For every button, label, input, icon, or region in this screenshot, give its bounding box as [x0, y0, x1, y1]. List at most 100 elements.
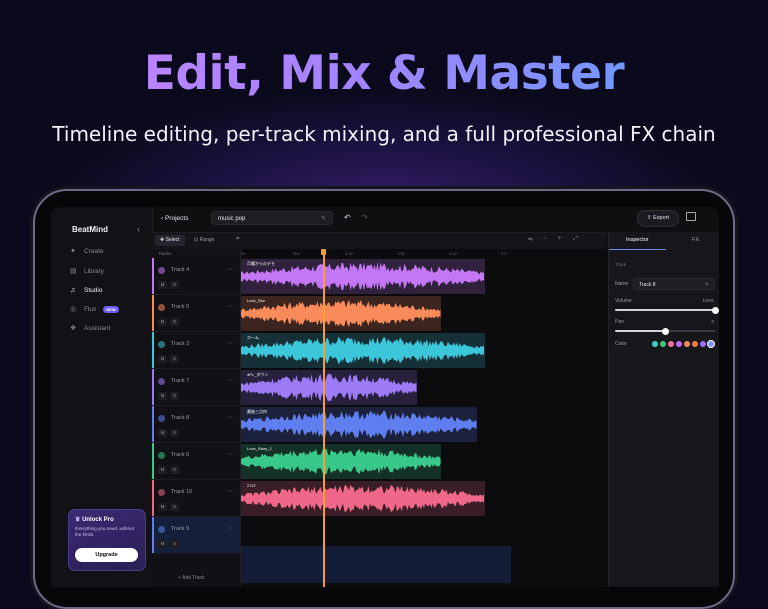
upgrade-button[interactable]: Upgrade	[75, 548, 138, 562]
audio-clip[interactable]: ホーム	[241, 333, 485, 368]
track-row[interactable]: Track 5 ⋯ M S	[152, 295, 240, 332]
track-row[interactable]: Track 8 ⋯ M S	[152, 406, 240, 443]
playhead[interactable]	[321, 249, 326, 587]
mute-button[interactable]: M	[158, 318, 167, 326]
zoom-out-icon[interactable]: −	[543, 236, 547, 242]
track-icon	[158, 526, 165, 533]
color-swatch[interactable]	[652, 341, 658, 347]
more-icon[interactable]: ⋯	[227, 303, 233, 310]
solo-button[interactable]: S	[170, 503, 179, 511]
track-icon	[158, 267, 165, 274]
color-swatch[interactable]	[660, 341, 666, 347]
color-swatch[interactable]	[708, 341, 714, 347]
sidebar-item-flux[interactable]: ◎ Flux NEW	[70, 306, 119, 313]
audio-clip[interactable]: 4PL_ダウン	[241, 370, 417, 405]
track-row[interactable]: Track 7 ⋯ M S	[152, 369, 240, 406]
audio-clip[interactable]: Love_Slur	[241, 296, 441, 331]
solo-button[interactable]: S	[170, 429, 179, 437]
range-label: Range	[199, 237, 215, 243]
volume-fill	[615, 309, 715, 311]
more-icon[interactable]: ⋯	[227, 488, 233, 495]
mute-button[interactable]: M	[158, 540, 167, 548]
back-to-projects[interactable]: ‹ Projects	[161, 215, 188, 222]
volume-slider[interactable]	[615, 306, 719, 314]
track-row[interactable]: Track 9 ⋯ M S	[152, 517, 240, 554]
zoom-in-icon[interactable]: +	[558, 236, 562, 242]
track-name-field[interactable]: Track 8 ✎	[633, 278, 715, 290]
color-swatch[interactable]	[668, 341, 674, 347]
inspector-panel: Inspector FX Track Name Track 8 ✎ Volume…	[608, 232, 719, 587]
undo-icon[interactable]: ↶	[344, 213, 351, 222]
audio-clip[interactable]: 月曜からのデモ	[241, 259, 485, 294]
solo-button[interactable]: S	[170, 355, 179, 363]
mute-button[interactable]: M	[158, 466, 167, 474]
project-name: music pop	[218, 216, 246, 222]
track-color-bar	[152, 332, 154, 368]
more-icon[interactable]: ⋯	[227, 266, 233, 273]
range-tool-button[interactable]: ⊡ Range	[189, 235, 219, 246]
more-icon[interactable]: ⋯	[227, 451, 233, 458]
audio-clip[interactable]: 2747	[241, 481, 485, 516]
color-swatch[interactable]	[700, 341, 706, 347]
project-name-field[interactable]: music pop ✎	[211, 211, 333, 225]
mute-button[interactable]: M	[158, 281, 167, 289]
pan-knob[interactable]	[661, 327, 669, 335]
ruler-tick-label: 1:30	[397, 251, 405, 256]
solo-button[interactable]: S	[170, 466, 179, 474]
more-icon[interactable]: ⋯	[227, 377, 233, 384]
mute-button[interactable]: M	[158, 355, 167, 363]
sidebar-item-assistant[interactable]: ❖ Assistant	[70, 325, 110, 332]
library-icon: ▤	[70, 268, 77, 275]
sidebar: BeatMind ‹ ✦ Create ▤ Library ♫ Studio ◎…	[51, 207, 153, 587]
solo-button[interactable]: S	[170, 318, 179, 326]
track-color-bar	[152, 443, 154, 479]
track-name: Track 9	[171, 526, 190, 532]
time-ruler[interactable]: 0s 30s 1:00 1:30 2:00 2:3	[241, 249, 607, 259]
audio-clip[interactable]: Love_Story_2	[241, 444, 441, 479]
mute-button[interactable]: M	[158, 429, 167, 437]
mute-button[interactable]: M	[158, 392, 167, 400]
ruler-tick-label: 0s	[241, 251, 246, 256]
export-button[interactable]: ⇪ Export	[637, 210, 679, 227]
solo-button[interactable]: S	[170, 281, 179, 289]
volume-label: Volume	[615, 298, 632, 304]
track-row[interactable]: Track 4 ⋯ M S	[152, 258, 240, 295]
sidebar-item-create[interactable]: ✦ Create	[70, 248, 104, 255]
track-row[interactable]: Track 3 ⋯ M S	[152, 332, 240, 369]
collapse-sidebar-icon[interactable]: ‹	[137, 224, 140, 234]
more-icon[interactable]: ⋯	[227, 525, 233, 532]
sidebar-item-label: Library	[84, 268, 104, 275]
ruler-tick-label: 2:3	[501, 251, 507, 256]
solo-button[interactable]: S	[170, 392, 179, 400]
pan-slider[interactable]	[615, 327, 715, 335]
move-icon: ✥	[160, 237, 165, 243]
redo-icon[interactable]: ↷	[361, 213, 368, 222]
volume-knob[interactable]	[711, 306, 719, 314]
split-icon[interactable]: ⌗	[236, 236, 239, 243]
fit-icon[interactable]: ⤢	[573, 236, 578, 243]
color-swatch[interactable]	[676, 341, 682, 347]
track-icon	[158, 415, 165, 422]
promo-description: Everything you need, without the limits.	[75, 526, 134, 537]
tab-inspector[interactable]: Inspector	[626, 237, 649, 243]
color-swatch[interactable]	[692, 341, 698, 347]
tab-fx[interactable]: FX	[692, 237, 699, 243]
mute-button[interactable]: M	[158, 503, 167, 511]
more-icon[interactable]: ⋯	[227, 340, 233, 347]
name-label: Name	[615, 281, 629, 287]
timeline-area[interactable]: 0s 30s 1:00 1:30 2:00 2:3 月曜からのデモ Love_Slur ホーム…	[241, 249, 607, 587]
track-row[interactable]: Track 6 ⋯ M S	[152, 443, 240, 480]
toggle-panel-icon[interactable]	[686, 212, 696, 221]
track-row[interactable]: Track 10 ⋯ M S	[152, 480, 240, 517]
sidebar-item-library[interactable]: ▤ Library	[70, 268, 104, 275]
audio-clip[interactable]: 最後三点何	[241, 407, 477, 442]
snap-icon[interactable]: ⇋	[528, 236, 533, 243]
more-icon[interactable]: ⋯	[227, 414, 233, 421]
clip-label: 月曜からのデモ	[247, 261, 275, 266]
sidebar-item-studio[interactable]: ♫ Studio	[70, 287, 102, 294]
pan-label: Pan	[615, 319, 624, 325]
select-tool-button[interactable]: ✥ Select	[155, 235, 185, 246]
solo-button[interactable]: S	[170, 540, 179, 548]
sidebar-item-label: Flux	[84, 306, 97, 313]
color-swatch[interactable]	[684, 341, 690, 347]
